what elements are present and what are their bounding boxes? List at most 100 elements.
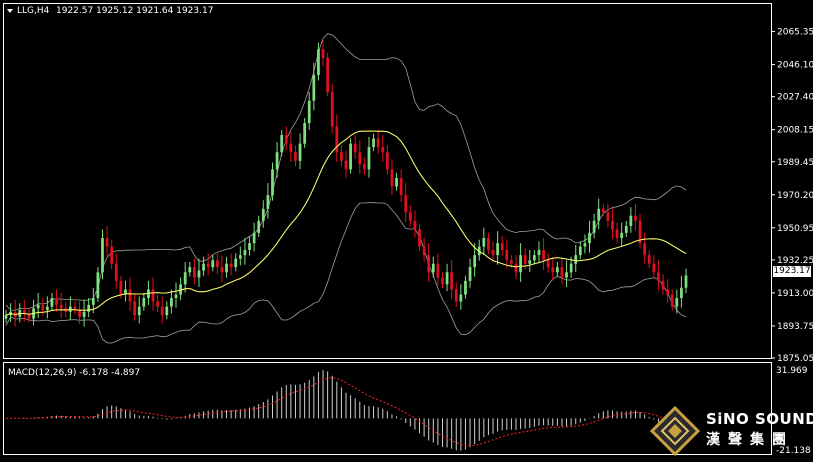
price-tick-label: 1989.45 [777, 158, 813, 168]
candle-body [372, 138, 375, 148]
candle-body [165, 306, 169, 316]
candle-body [666, 289, 669, 295]
candle-body [41, 304, 45, 311]
candle-body [78, 310, 81, 317]
candle-body [206, 263, 210, 268]
candle-body [197, 270, 201, 278]
candle-body [408, 212, 412, 221]
candle-body [500, 243, 504, 251]
candle-body [225, 263, 228, 273]
candle-body [601, 208, 605, 213]
price-tick-label: 2027.40 [777, 93, 813, 103]
candle-body [36, 304, 40, 309]
candle-body [468, 267, 472, 281]
candle-body [473, 255, 477, 268]
chart-window[interactable]: 2065.35 2046.10 2027.40 2008.15 1989.45 1970.… [0, 0, 813, 458]
candle-body [620, 232, 624, 239]
candle-body [464, 280, 467, 295]
candle-body [133, 301, 137, 316]
candle-body [560, 267, 564, 278]
candle-body [583, 243, 587, 247]
macd-axis-top: 31.969 [776, 366, 808, 376]
candle-body [551, 267, 555, 273]
candle-body [303, 123, 307, 144]
candle-body [597, 208, 601, 221]
price-tick-label: 1875.05 [777, 354, 813, 364]
candle-body [110, 246, 114, 264]
macd-header: MACD(12,26,9) -6.178 -4.897 [8, 368, 140, 378]
candle-body [376, 138, 380, 148]
price-tick-label: 1970.20 [777, 191, 813, 201]
lower-band [5, 202, 687, 344]
dropdown-triangle-icon[interactable] [7, 9, 13, 13]
price-tick-label: 1932.25 [777, 256, 813, 266]
candle-body [188, 267, 192, 273]
candle-body [261, 208, 265, 221]
candle-body [170, 298, 173, 307]
candle-body [119, 280, 123, 295]
candle-body [574, 255, 578, 264]
candle-body [542, 250, 545, 261]
candle-body [55, 298, 58, 305]
candle-body [445, 272, 449, 285]
candle-body [565, 272, 568, 278]
macd-indicator [5, 370, 687, 451]
candle-body [399, 177, 403, 196]
candle-body [298, 143, 302, 161]
ohlc-values: 1922.57 1925.12 1921.64 1923.17 [56, 6, 213, 16]
candle-body [537, 250, 541, 256]
candle-body [431, 263, 435, 273]
candle-body [592, 220, 596, 233]
candle-body [510, 260, 513, 264]
candle-body [114, 263, 118, 281]
candle-body [629, 215, 633, 226]
candlesticks[interactable] [4, 39, 688, 327]
candle-body [275, 152, 279, 170]
candle-body [487, 238, 490, 251]
price-tick-label: 1893.75 [777, 322, 813, 332]
chart-canvas[interactable]: 2065.35 2046.10 2027.40 2008.15 1989.45 1970.… [0, 0, 813, 458]
candle-body [450, 272, 454, 290]
candle-body [284, 135, 288, 144]
candle-body [330, 92, 334, 127]
candle-body [23, 310, 26, 314]
candle-body [427, 255, 431, 273]
candle-body [68, 306, 72, 312]
main-panel-frame [3, 3, 772, 359]
candle-body [533, 255, 536, 261]
candle-body [652, 263, 656, 273]
candle-body [243, 250, 247, 256]
candle-body [624, 225, 628, 233]
candle-body [307, 100, 311, 124]
candle-body [151, 289, 155, 302]
candle-body [615, 229, 619, 239]
candle-body [96, 272, 100, 299]
candle-body [137, 306, 141, 316]
candle-body [289, 143, 293, 153]
candle-body [684, 275, 688, 288]
price-axis: 2065.35 2046.10 2027.40 2008.15 1989.45 1970.… [771, 28, 813, 364]
sino-sound-logo: SiNO SOUND 漢聲集團 [648, 402, 813, 458]
candle-body [82, 311, 86, 317]
candle-body [266, 195, 270, 209]
candle-body [358, 152, 362, 165]
diamond-logo-icon [650, 406, 700, 456]
candle-body [257, 220, 261, 233]
candle-body [523, 255, 527, 264]
candle-body [215, 260, 219, 268]
candle-body [519, 255, 522, 273]
candle-body [413, 220, 417, 230]
candle-body [381, 147, 385, 153]
candle-body [436, 263, 440, 278]
price-tick-label: 2065.35 [777, 28, 813, 38]
candle-body [160, 306, 164, 316]
candle-body [418, 229, 421, 247]
candle-body [91, 298, 95, 305]
candle-body [326, 57, 329, 93]
candle-body [353, 143, 357, 153]
candle-body [294, 152, 297, 161]
candle-body [101, 238, 104, 273]
candle-body [514, 263, 518, 273]
candle-body [657, 272, 660, 281]
brand-name-cn: 漢聲集團 [706, 432, 794, 448]
